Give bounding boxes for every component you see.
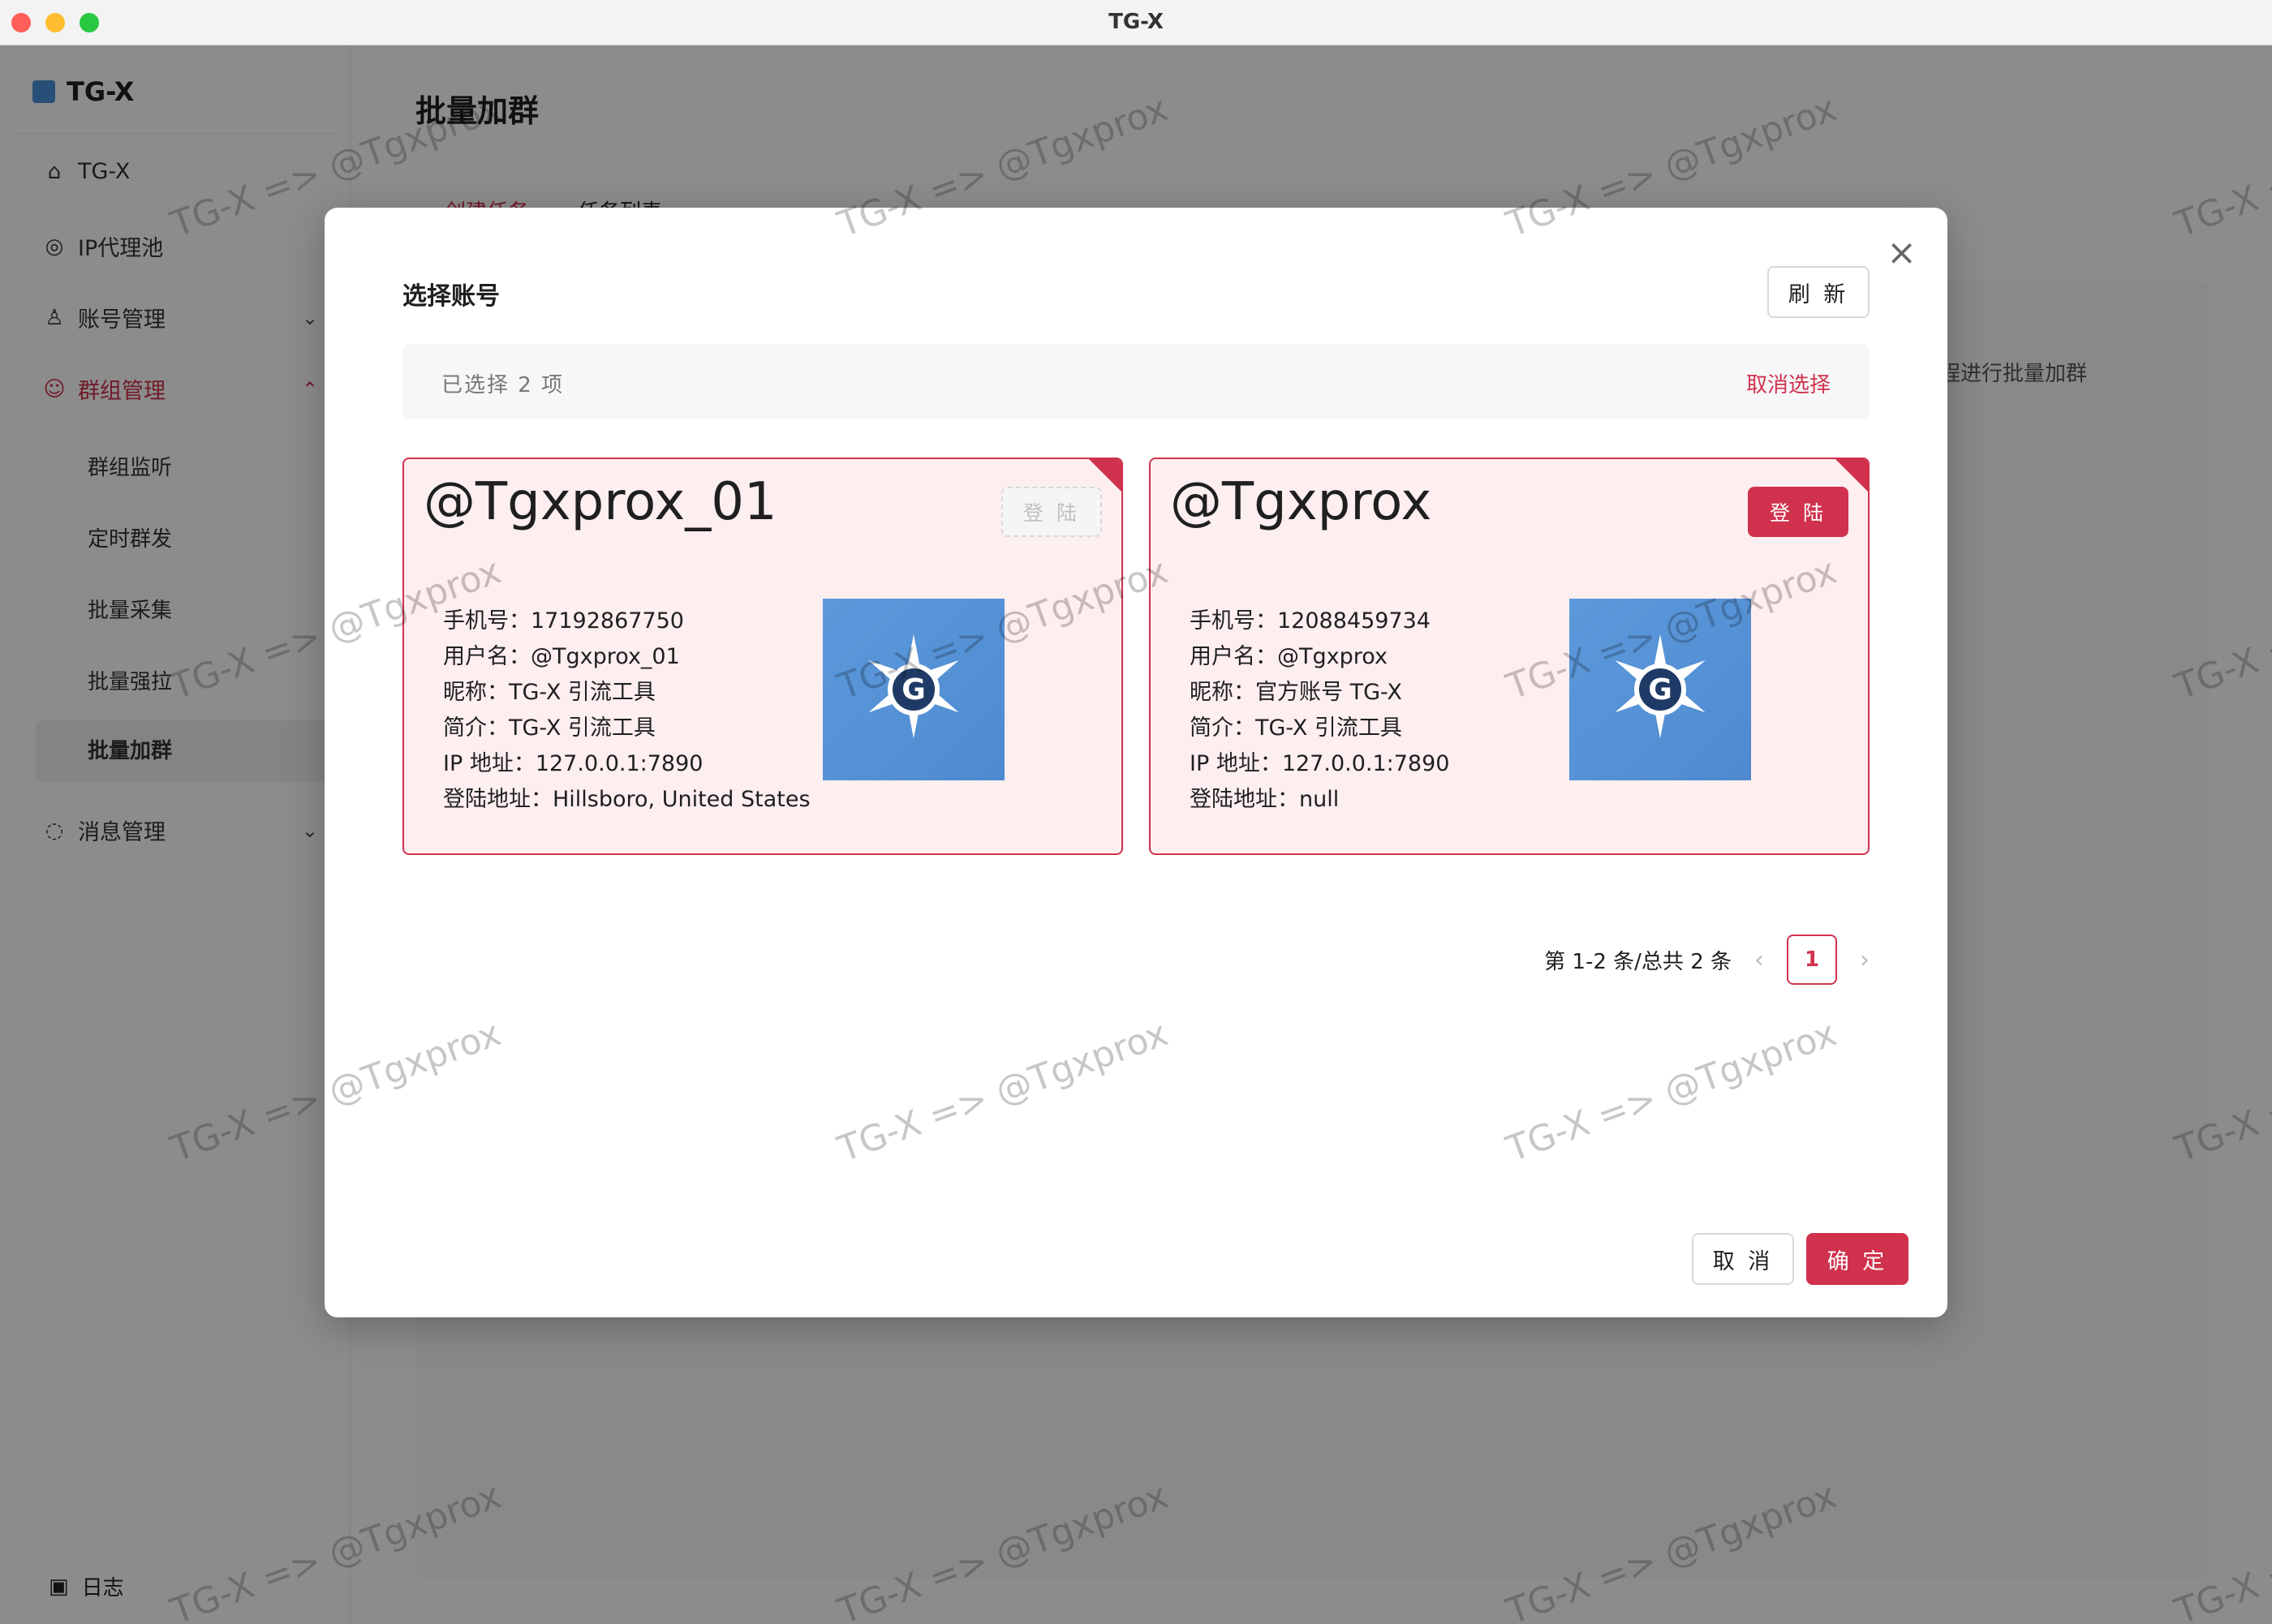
account-bio: 简介：TG-X 引流工具 [443, 715, 656, 741]
brand-g-icon: G [1634, 664, 1686, 715]
modal-title: 选择账号 [402, 282, 500, 311]
avatar: ✶ G [823, 599, 1005, 780]
account-card[interactable]: @Tgxprox 登 陆 手机号：12088459734 用户名：@Tgxpro… [1149, 458, 1870, 855]
pagination-summary: 第 1-2 条/总共 2 条 [1544, 949, 1732, 974]
account-ip: IP 地址：127.0.0.1:7890 [443, 751, 704, 776]
account-name: @Tgxprox_01 [424, 472, 777, 532]
account-info: 手机号：17192867750 用户名：@Tgxprox_01 昵称：TG-X … [443, 604, 811, 818]
account-nickname: 昵称：TG-X 引流工具 [443, 680, 656, 705]
select-account-modal: × 选择账号 刷 新 已选择 2 项 取消选择 @Tgxprox_01 登 陆 … [325, 208, 1947, 1317]
account-location: 登陆地址：Hillsboro, United States [443, 787, 811, 812]
account-phone: 手机号：12088459734 [1190, 608, 1431, 634]
selection-count: 已选择 2 项 [441, 373, 565, 397]
clear-selection-link[interactable]: 取消选择 [1746, 368, 1831, 398]
account-ip: IP 地址：127.0.0.1:7890 [1190, 751, 1450, 776]
window-titlebar: TG-X [0, 0, 2272, 45]
prev-page-icon[interactable]: ‹ [1754, 946, 1764, 974]
account-location: 登陆地址：null [1190, 787, 1340, 812]
account-username: 用户名：@Tgxprox_01 [443, 644, 680, 669]
page-number-button[interactable]: 1 [1787, 934, 1837, 985]
account-card[interactable]: @Tgxprox_01 登 陆 手机号：17192867750 用户名：@Tgx… [402, 458, 1123, 855]
account-info: 手机号：12088459734 用户名：@Tgxprox 昵称：官方账号 TG-… [1190, 604, 1449, 818]
account-nickname: 昵称：官方账号 TG-X [1190, 680, 1402, 705]
window-title: TG-X [1108, 10, 1164, 34]
login-button[interactable]: 登 陆 [1001, 487, 1102, 537]
next-page-icon[interactable]: › [1860, 946, 1870, 974]
avatar: ✶ G [1569, 599, 1751, 780]
pagination: 第 1-2 条/总共 2 条 ‹ 1 › [1544, 934, 1870, 985]
confirm-button[interactable]: 确 定 [1806, 1233, 1908, 1285]
account-username: 用户名：@Tgxprox [1190, 644, 1388, 669]
account-phone: 手机号：17192867750 [443, 608, 684, 634]
selection-bar: 已选择 2 项 取消选择 [402, 344, 1870, 419]
cancel-button[interactable]: 取 消 [1692, 1233, 1794, 1285]
close-icon[interactable]: × [1887, 235, 1917, 271]
account-name: @Tgxprox [1170, 472, 1432, 532]
refresh-button[interactable]: 刷 新 [1767, 266, 1870, 318]
account-bio: 简介：TG-X 引流工具 [1190, 715, 1402, 741]
brand-g-icon: G [888, 664, 940, 715]
login-button[interactable]: 登 陆 [1748, 487, 1848, 537]
